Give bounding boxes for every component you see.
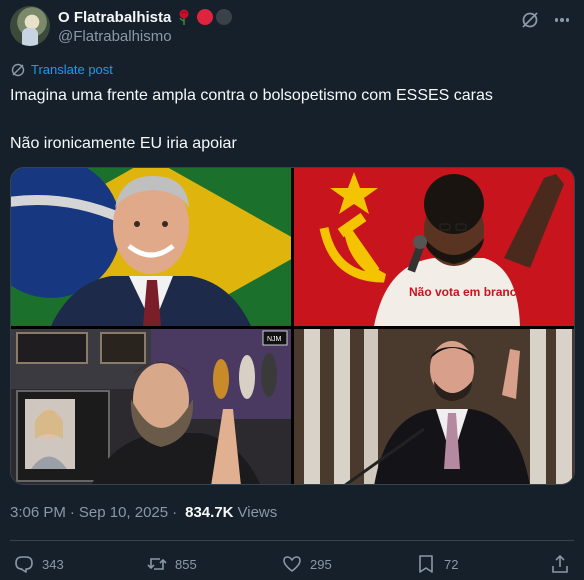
meta-separator-2: · xyxy=(172,504,178,521)
meta-separator: · xyxy=(69,504,75,521)
shirt-text: Não vota em branco xyxy=(409,285,524,299)
red-circle-icon xyxy=(197,9,214,25)
more-options-icon[interactable] xyxy=(550,10,574,30)
translate-icon xyxy=(11,63,25,76)
post-text-line-1: Imagina uma frente ampla contra o bolsop… xyxy=(10,87,493,104)
handle[interactable]: @Flatrabalhismo xyxy=(58,28,172,45)
like-count: 295 xyxy=(310,556,332,572)
post-time[interactable]: 3:06 PM xyxy=(10,504,66,521)
image-2-art: Não vota em branco xyxy=(294,168,574,326)
avatar[interactable] xyxy=(10,6,50,46)
action-bar: 343 855 295 72 xyxy=(10,554,574,576)
translate-label[interactable]: Translate post xyxy=(31,62,113,77)
share-button[interactable] xyxy=(550,554,570,574)
reply-button[interactable]: 343 xyxy=(14,554,64,574)
bookmark-count: 72 xyxy=(444,556,459,572)
post-date[interactable]: Sep 10, 2025 xyxy=(79,504,168,521)
bookmark-button[interactable]: 72 xyxy=(416,554,458,574)
media-grid: Não vota em branco NJM xyxy=(10,167,575,485)
like-button[interactable]: 295 xyxy=(282,554,332,574)
media-image-2[interactable]: Não vota em branco xyxy=(294,168,574,326)
translate-post-link[interactable]: Translate post xyxy=(11,62,113,77)
bookmark-icon xyxy=(419,555,433,573)
repost-count: 855 xyxy=(175,556,197,572)
repost-icon xyxy=(147,558,167,570)
media-image-3[interactable]: NJM xyxy=(11,329,291,484)
image-4-art xyxy=(294,329,574,484)
post-header: O Flatrabalhista @Flatrabalhismo xyxy=(10,4,574,48)
grok-icon[interactable] xyxy=(520,10,540,30)
repost-button[interactable]: 855 xyxy=(147,554,197,574)
heart-icon xyxy=(283,556,301,572)
share-icon xyxy=(552,554,568,573)
media-image-1[interactable] xyxy=(11,168,291,326)
reply-count: 343 xyxy=(42,556,64,572)
studio-badge: NJM xyxy=(267,336,282,343)
rose-icon xyxy=(179,9,189,25)
views-count: 834.7K xyxy=(185,504,234,521)
image-3-art: NJM xyxy=(11,329,291,484)
post-meta: 3:06 PM · Sep 10, 2025 · 834.7K Views xyxy=(10,504,277,521)
divider xyxy=(10,540,574,541)
dark-circle-icon xyxy=(216,9,233,25)
media-image-4[interactable] xyxy=(294,329,574,484)
display-name[interactable]: O Flatrabalhista xyxy=(58,9,171,26)
image-1-art xyxy=(11,168,291,326)
views-label: Views xyxy=(237,504,278,521)
name-row: O Flatrabalhista xyxy=(58,6,233,28)
reply-icon xyxy=(15,556,33,573)
post-text-line-2: Não ironicamente EU iria apoiar xyxy=(10,135,237,152)
